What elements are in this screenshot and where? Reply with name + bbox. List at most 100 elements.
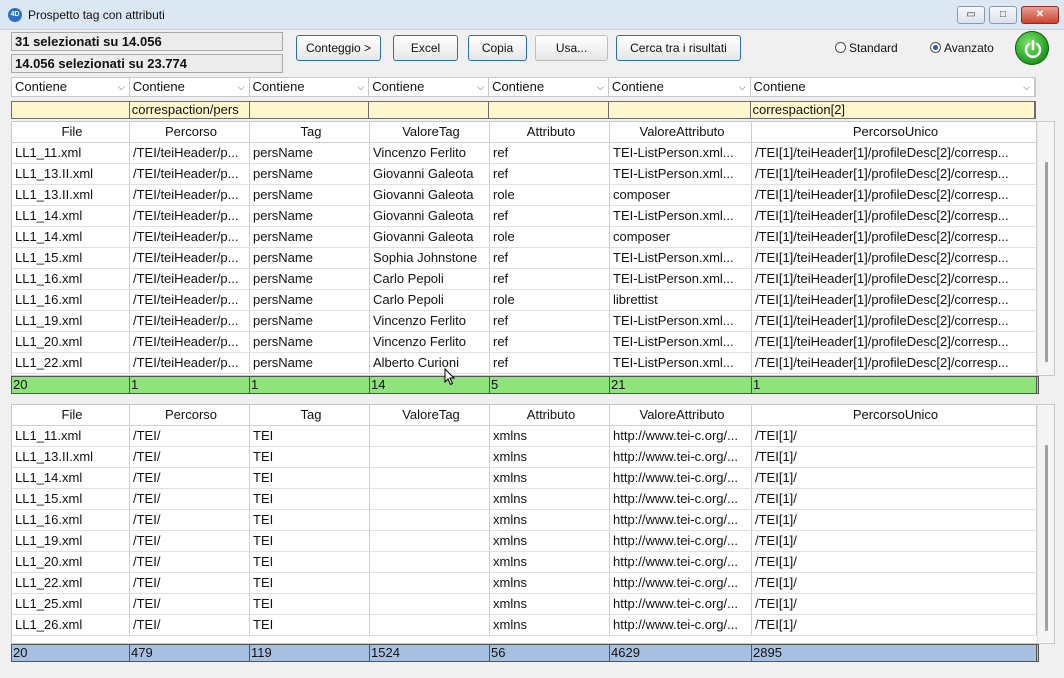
bottom-count-percorsounico: 2895 xyxy=(752,645,1037,661)
bottom-table-row[interactable]: LL1_11.xml/TEI/TEI xmlns http://www.tei-c.… xyxy=(12,426,1054,447)
bottom-cell-percorso: /TEI/ xyxy=(130,615,250,636)
bottom-table-row[interactable]: LL1_20.xml/TEI/TEI xmlns http://www.tei-c.… xyxy=(12,552,1054,573)
top-table-row[interactable]: LL1_13.II.xml/TEI/teiHeader/p... persName… xyxy=(12,185,1054,206)
bottom-cell-tag: TEI xyxy=(250,489,370,510)
top-cell-percorso: /TEI/teiHeader/p... xyxy=(130,185,250,206)
standard-radio[interactable]: Standard xyxy=(835,41,898,55)
filter-row: Contiene ⌵ Contiene ⌵ Contiene ⌵ Contiene ⌵ Cont… xyxy=(11,77,1036,97)
bottom-table-row[interactable]: LL1_14.xml/TEI/TEI xmlns http://www.tei-c.… xyxy=(12,468,1054,489)
avanzato-radio[interactable]: Avanzato xyxy=(930,41,994,55)
bottom-column-header-percorso[interactable]: Percorso xyxy=(130,405,250,426)
search-input-attributo[interactable] xyxy=(489,102,609,118)
top-column-header-file[interactable]: File xyxy=(12,122,130,143)
bottom-cell-valoreattributo: http://www.tei-c.org/... xyxy=(610,615,752,636)
top-cell-tag: persName xyxy=(250,248,370,269)
top-cell-valoreattributo: TEI-ListPerson.xml... xyxy=(610,353,752,374)
filter-select-value: Contiene xyxy=(372,79,425,94)
bottom-table-row[interactable]: LL1_26.xml/TEI/TEI xmlns http://www.tei-c.… xyxy=(12,615,1054,636)
filter-select-file[interactable]: Contiene ⌵ xyxy=(12,78,130,96)
bottom-table-row[interactable]: LL1_16.xml/TEI/TEI xmlns http://www.tei-c.… xyxy=(12,510,1054,531)
bottom-count-file: 20 xyxy=(12,645,130,661)
top-table-row[interactable]: LL1_14.xml/TEI/teiHeader/p... persName Gio… xyxy=(12,227,1054,248)
minimize-button[interactable]: ▭ xyxy=(957,6,985,24)
filter-select-tag[interactable]: Contiene ⌵ xyxy=(250,78,370,96)
top-table-row[interactable]: LL1_16.xml/TEI/teiHeader/p... persName Car… xyxy=(12,269,1054,290)
top-table-row[interactable]: LL1_22.xml/TEI/teiHeader/p... persName Alb… xyxy=(12,353,1054,374)
search-input-percorsounico[interactable]: correspaction[2] xyxy=(751,102,1035,118)
bottom-cell-valoretag xyxy=(370,594,490,615)
bottom-cell-percorsounico: /TEI[1]/ xyxy=(752,447,1037,468)
bottom-cell-file: LL1_26.xml xyxy=(12,615,130,636)
bottom-cell-percorso: /TEI/ xyxy=(130,594,250,615)
bottom-table-row[interactable]: LL1_22.xml/TEI/TEI xmlns http://www.tei-c.… xyxy=(12,573,1054,594)
top-scroll-thumb[interactable] xyxy=(1045,162,1048,362)
bottom-table-row[interactable]: LL1_15.xml/TEI/TEI xmlns http://www.tei-c.… xyxy=(12,489,1054,510)
search-input-file[interactable] xyxy=(12,102,130,118)
bottom-cell-file: LL1_19.xml xyxy=(12,531,130,552)
bottom-cell-attributo: xmlns xyxy=(490,447,610,468)
search-results-button[interactable]: Cerca tra i risultati xyxy=(616,35,741,61)
filter-select-valoretag[interactable]: Contiene ⌵ xyxy=(369,78,490,96)
conteggio-button[interactable]: Conteggio > xyxy=(296,35,381,61)
filter-select-valoreattributo[interactable]: Contiene ⌵ xyxy=(609,78,751,96)
close-button[interactable]: ✕ xyxy=(1021,6,1059,24)
bottom-column-header-percorsounico[interactable]: PercorsoUnico xyxy=(752,405,1037,426)
top-table-scrollbar[interactable] xyxy=(1037,122,1054,375)
bottom-table-scrollbar[interactable] xyxy=(1037,405,1054,643)
top-table-row[interactable]: LL1_11.xml/TEI/teiHeader/p... persName Vin… xyxy=(12,143,1054,164)
top-column-header-tag[interactable]: Tag xyxy=(250,122,370,143)
bottom-cell-percorso: /TEI/ xyxy=(130,468,250,489)
chevron-down-icon: ⌵ xyxy=(477,82,485,92)
top-cell-tag: persName xyxy=(250,290,370,311)
bottom-table-row[interactable]: LL1_25.xml/TEI/TEI xmlns http://www.tei-c.… xyxy=(12,594,1054,615)
usa-button[interactable]: Usa... xyxy=(535,35,608,61)
bottom-column-header-attributo[interactable]: Attributo xyxy=(490,405,610,426)
top-cell-valoretag: Giovanni Galeota xyxy=(370,164,490,185)
bottom-table-row[interactable]: LL1_19.xml/TEI/TEI xmlns http://www.tei-c.… xyxy=(12,531,1054,552)
bottom-column-header-file[interactable]: File xyxy=(12,405,130,426)
top-column-header-valoretag[interactable]: ValoreTag xyxy=(370,122,490,143)
bottom-cell-file: LL1_15.xml xyxy=(12,489,130,510)
top-column-header-percorso[interactable]: Percorso xyxy=(130,122,250,143)
copia-button[interactable]: Copia xyxy=(468,35,527,61)
top-table-row[interactable]: LL1_14.xml/TEI/teiHeader/p... persName Gio… xyxy=(12,206,1054,227)
bottom-cell-attributo: xmlns xyxy=(490,510,610,531)
top-cell-percorsounico: /TEI[1]/teiHeader[1]/profileDesc[2]/corr… xyxy=(752,269,1037,290)
search-input-valoreattributo[interactable] xyxy=(609,102,751,118)
top-table-row[interactable]: LL1_19.xml/TEI/teiHeader/p... persName Vin… xyxy=(12,311,1054,332)
bottom-cell-percorsounico: /TEI[1]/ xyxy=(752,468,1037,489)
top-cell-percorsounico: /TEI[1]/teiHeader[1]/profileDesc[2]/corr… xyxy=(752,290,1037,311)
filter-select-percorsounico[interactable]: Contiene ⌵ xyxy=(751,78,1035,96)
bottom-column-header-tag[interactable]: Tag xyxy=(250,405,370,426)
maximize-button[interactable]: □ xyxy=(989,6,1017,24)
top-cell-percorsounico: /TEI[1]/teiHeader[1]/profileDesc[2]/corr… xyxy=(752,332,1037,353)
power-icon xyxy=(1024,39,1042,58)
bottom-table-row[interactable]: LL1_13.II.xml/TEI/TEI xmlns http://www.tei… xyxy=(12,447,1054,468)
filter-select-percorso[interactable]: Contiene ⌵ xyxy=(130,78,250,96)
top-column-header-percorsounico[interactable]: PercorsoUnico xyxy=(752,122,1037,143)
top-count-tag: 1 xyxy=(250,377,370,393)
top-count-file: 20 xyxy=(12,377,130,393)
excel-button[interactable]: Excel xyxy=(393,35,458,61)
top-table-row[interactable]: LL1_20.xml/TEI/teiHeader/p... persName Vin… xyxy=(12,332,1054,353)
bottom-cell-percorso: /TEI/ xyxy=(130,552,250,573)
top-column-header-attributo[interactable]: Attributo xyxy=(490,122,610,143)
filter-select-attributo[interactable]: Contiene ⌵ xyxy=(489,78,609,96)
top-table-row[interactable]: LL1_15.xml/TEI/teiHeader/p... persName Sop… xyxy=(12,248,1054,269)
avanzato-label: Avanzato xyxy=(944,41,994,55)
bottom-cell-percorso: /TEI/ xyxy=(130,489,250,510)
search-input-tag[interactable] xyxy=(250,102,370,118)
top-column-header-valoreattributo[interactable]: ValoreAttributo xyxy=(610,122,752,143)
top-cell-tag: persName xyxy=(250,164,370,185)
top-table-row[interactable]: LL1_16.xml/TEI/teiHeader/p... persName Car… xyxy=(12,290,1054,311)
search-input-valoretag[interactable] xyxy=(369,102,490,118)
bottom-column-header-valoreattributo[interactable]: ValoreAttributo xyxy=(610,405,752,426)
bottom-column-header-valoretag[interactable]: ValoreTag xyxy=(370,405,490,426)
radio-on-icon xyxy=(930,42,941,53)
power-button[interactable] xyxy=(1015,31,1049,65)
top-cell-file: LL1_22.xml xyxy=(12,353,130,374)
search-input-percorso[interactable]: correspaction/pers xyxy=(130,102,250,118)
top-table-row[interactable]: LL1_13.II.xml/TEI/teiHeader/p... persName… xyxy=(12,164,1054,185)
bottom-cell-attributo: xmlns xyxy=(490,615,610,636)
bottom-scroll-thumb[interactable] xyxy=(1045,445,1048,631)
